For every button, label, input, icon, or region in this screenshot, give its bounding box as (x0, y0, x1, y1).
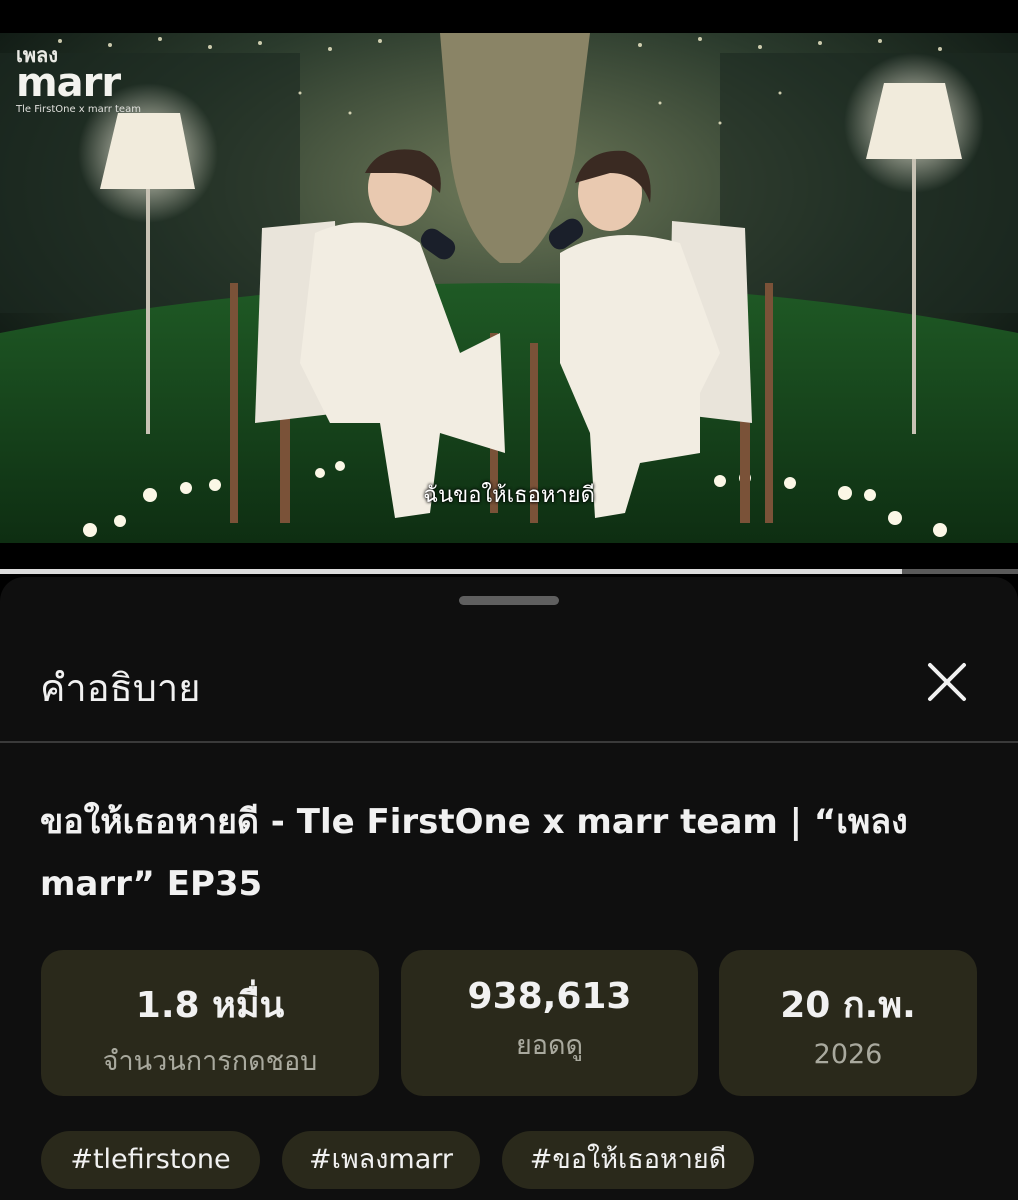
progress-fill (0, 569, 902, 574)
hashtag-chip[interactable]: #ขอให้เธอหายดี (502, 1131, 754, 1189)
video-caption: ฉันขอให้เธอหายดี (423, 483, 595, 508)
close-icon (928, 663, 966, 701)
views-label: ยอดดู (515, 1030, 584, 1061)
views-stat: 938,613 ยอดดู (401, 950, 698, 1096)
video-title: ขอให้เธอหายดี - Tle FirstOne x marr team… (40, 802, 908, 904)
views-value: 938,613 (467, 976, 632, 1017)
likes-label: จำนวนการกดชอบ (102, 1046, 318, 1077)
logo-line2: marr (16, 60, 121, 106)
video-player[interactable]: เพลง marr Tle FirstOne x marr team ฉันขอ… (0, 33, 1018, 543)
close-button[interactable] (922, 657, 972, 707)
logo-line3: Tle FirstOne x marr team (16, 104, 141, 115)
date-label: 2026 (813, 1039, 883, 1070)
hashtag-chip[interactable]: #tlefirstone (41, 1131, 260, 1189)
video-frame (0, 33, 1018, 543)
sheet-title: คำอธิบาย (40, 666, 201, 710)
sheet-drag-handle[interactable] (459, 596, 559, 605)
hashtag-chip[interactable]: #เพลงmarr (282, 1131, 480, 1189)
channel-logo: เพลง marr Tle FirstOne x marr team (16, 45, 141, 115)
likes-stat: 1.8 หมื่น จำนวนการกดชอบ (41, 950, 379, 1096)
description-sheet: คำอธิบาย ขอให้เธอหายดี - Tle FirstOne x … (0, 577, 1018, 1200)
divider (0, 741, 1018, 743)
video-progress-bar[interactable] (0, 569, 1018, 574)
date-value: 20 ก.พ. (780, 985, 916, 1026)
likes-value: 1.8 หมื่น (135, 985, 285, 1026)
date-stat: 20 ก.พ. 2026 (719, 950, 977, 1096)
